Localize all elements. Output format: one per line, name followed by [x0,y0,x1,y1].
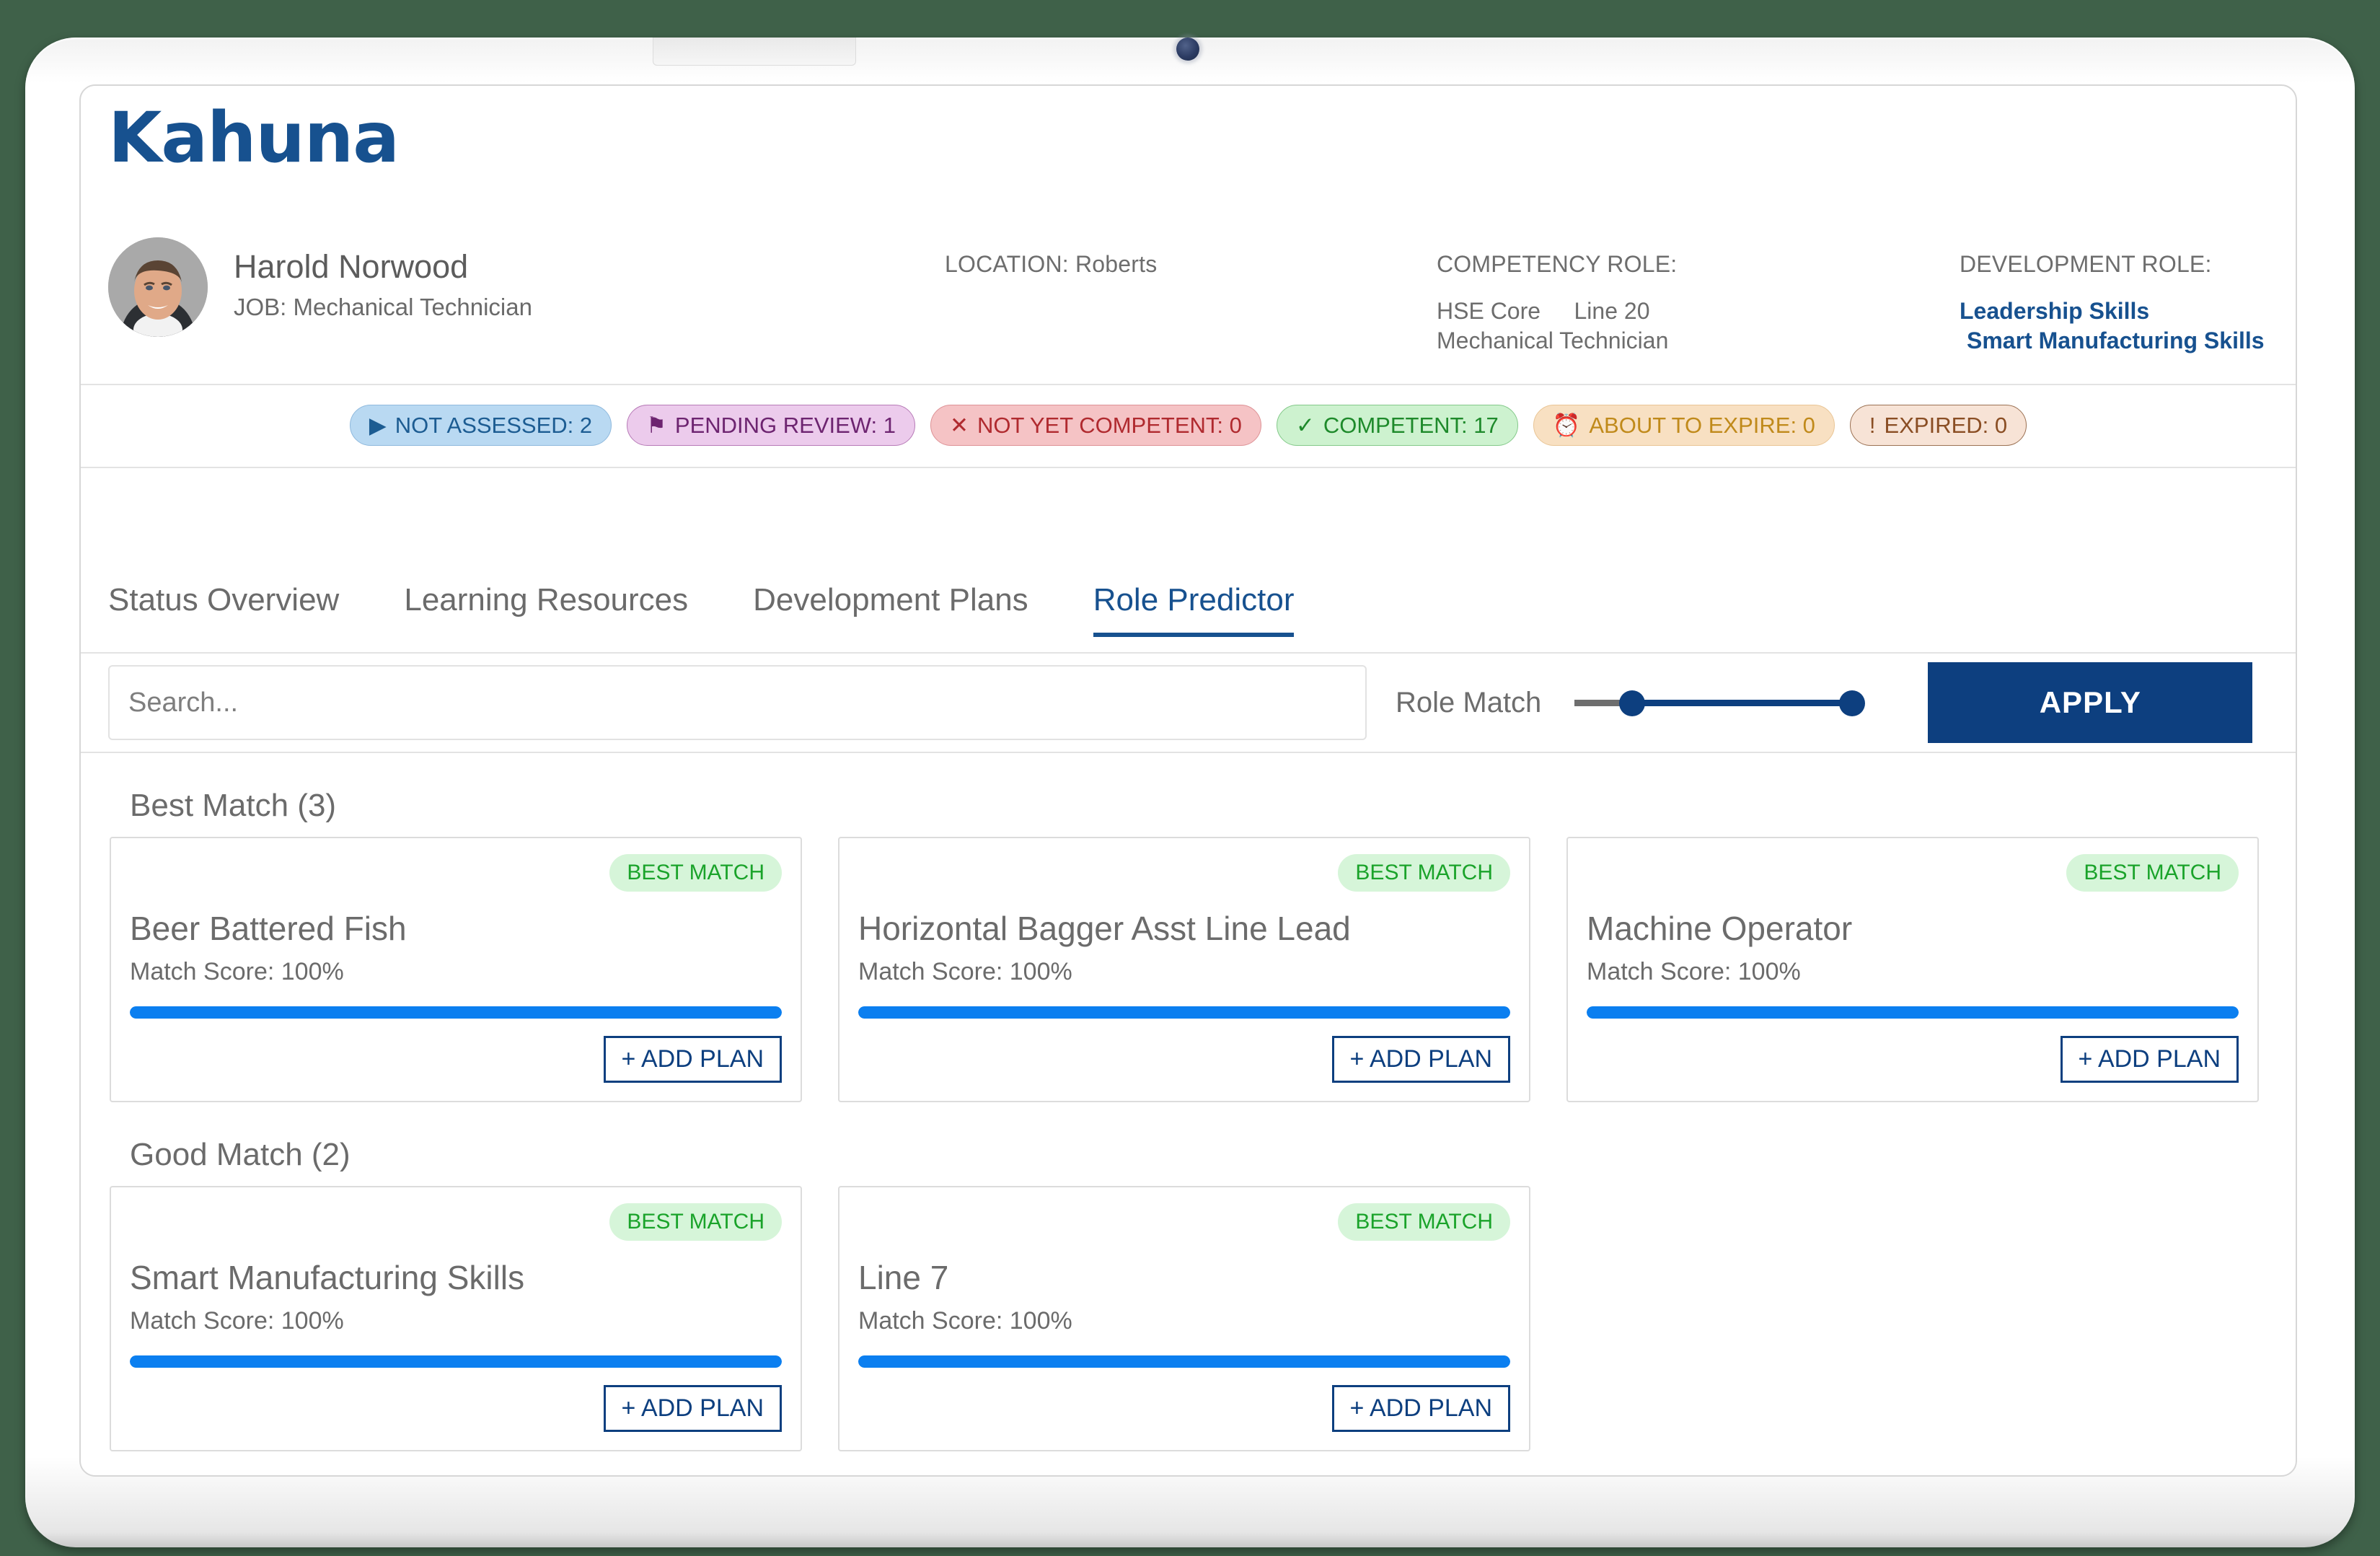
profile-name: Harold Norwood [234,248,469,285]
avatar [108,237,208,337]
status-badge-label: EXPIRED: 0 [1884,412,2008,438]
profile-header: Harold Norwood JOB: Mechanical Technicia… [81,219,2296,385]
role-match-card[interactable]: BEST MATCH Machine Operator Match Score: 1… [1566,837,2259,1102]
match-progress-bar [858,1006,1510,1019]
location-label: LOCATION: Roberts [945,251,1158,277]
development-role-item: Smart Manufacturing Skills [1967,328,2265,353]
match-progress-bar [130,1006,782,1019]
status-badge[interactable]: ✓ COMPETENT: 17 [1276,405,1518,446]
add-plan-button[interactable]: + ADD PLAN [603,1385,782,1432]
card-grid: BEST MATCH Smart Manufacturing Skills Matc… [81,1186,2296,1451]
match-progress-bar [1587,1006,2239,1019]
status-badge-label: NOT ASSESSED: 2 [395,412,593,438]
role-match-card[interactable]: BEST MATCH Line 7 Match Score: 100% + ADD P… [838,1186,1530,1451]
slider-handle-min[interactable] [1619,690,1646,716]
match-progress-bar [858,1355,1510,1368]
tab-role-predictor[interactable]: Role Predictor [1093,582,1294,637]
tab-bar: Status Overview Learning Resources Develop… [81,557,1359,652]
exclamation-icon: ! [1869,413,1876,438]
tab-development-plans[interactable]: Development Plans [753,582,1028,627]
filter-bar: Role Match APPLY [81,654,2296,752]
tab-learning-resources[interactable]: Learning Resources [404,582,688,627]
status-badge[interactable]: ! EXPIRED: 0 [1849,405,2027,446]
cross-icon: ✕ [949,413,969,438]
status-badge-label: COMPETENT: 17 [1323,412,1499,438]
slider-track-active [1632,700,1853,706]
competency-role-block: COMPETENCY ROLE: HSE Core Line 20 Mechan… [1437,251,1677,354]
match-score-label: Match Score: 100% [130,1307,344,1335]
status-badge-row: ▶ NOT ASSESSED: 2 ⚑ PENDING REVIEW: 1 ✕ NOT Y… [81,384,2296,467]
match-progress-fill [1587,1006,2239,1019]
match-score-label: Match Score: 100% [858,958,1072,985]
divider [81,467,2296,468]
section-title: Best Match (3) [130,788,337,823]
development-role-block: DEVELOPMENT ROLE: Leadership Skills Smar… [1960,251,2265,354]
match-progress-fill [130,1006,782,1019]
results-area: Best Match (3) BEST MATCH Beer Battered Fi… [81,753,2296,1451]
status-badge[interactable]: ▶ NOT ASSESSED: 2 [349,405,612,446]
best-match-badge: BEST MATCH [1338,1203,1510,1241]
tablet-camera-icon [1176,38,1199,61]
apply-button[interactable]: APPLY [1928,662,2253,743]
add-plan-button[interactable]: + ADD PLAN [1331,1385,1510,1432]
match-score-label: Match Score: 100% [130,958,344,985]
section-title: Good Match (2) [130,1137,351,1172]
competency-role-item: Mechanical Technician [1437,328,1669,353]
status-badge-label: PENDING REVIEW: 1 [674,412,896,438]
role-match-label: Role Match [1396,686,1542,718]
tab-status-overview[interactable]: Status Overview [108,582,339,627]
best-match-badge: BEST MATCH [1338,854,1510,892]
role-title: Beer Battered Fish [130,910,407,947]
role-match-card[interactable]: BEST MATCH Smart Manufacturing Skills Matc… [110,1186,802,1451]
status-badge[interactable]: ⏰ ABOUT TO EXPIRE: 0 [1533,405,1835,446]
role-title: Machine Operator [1587,910,1853,947]
status-badge-label: ABOUT TO EXPIRE: 0 [1589,412,1815,438]
add-plan-button[interactable]: + ADD PLAN [1331,1036,1510,1083]
search-input[interactable] [108,665,1367,740]
match-score-label: Match Score: 100% [1587,958,1801,985]
competency-role-item: Line 20 [1574,298,1650,324]
app-logo: Kahuna [108,97,400,178]
play-triangle-icon: ▶ [369,413,387,438]
best-match-badge: BEST MATCH [2066,854,2239,892]
competency-role-label: COMPETENCY ROLE: [1437,251,1678,277]
development-role-label: DEVELOPMENT ROLE: [1960,251,2212,277]
add-plan-button[interactable]: + ADD PLAN [603,1036,782,1083]
app-screen: Kahuna Harold Norwood JOB: Mechanical Te… [79,84,2297,1477]
location-block: LOCATION: Roberts [945,251,1157,278]
slider-handle-max[interactable] [1839,690,1866,716]
add-plan-button[interactable]: + ADD PLAN [2060,1036,2239,1083]
status-badge-label: NOT YET COMPETENT: 0 [977,412,1242,438]
card-grid: BEST MATCH Beer Battered Fish Match Score:… [81,837,2296,1102]
competency-role-item: HSE Core [1437,298,1541,324]
development-role-item: Leadership Skills [1960,298,2150,324]
role-match-slider[interactable] [1574,681,1892,724]
flag-icon: ⚑ [646,413,666,438]
status-badge[interactable]: ✕ NOT YET COMPETENT: 0 [930,405,1261,446]
match-progress-fill [858,1006,1510,1019]
best-match-badge: BEST MATCH [609,854,782,892]
match-progress-fill [858,1355,1510,1368]
role-title: Smart Manufacturing Skills [130,1259,525,1296]
role-match-card[interactable]: BEST MATCH Beer Battered Fish Match Score:… [110,837,802,1102]
best-match-badge: BEST MATCH [609,1203,782,1241]
tablet-top-nub [653,38,856,66]
alarm-clock-icon: ⏰ [1552,413,1581,438]
status-badge[interactable]: ⚑ PENDING REVIEW: 1 [627,405,915,446]
match-progress-bar [130,1355,782,1368]
check-icon: ✓ [1295,413,1315,438]
role-title: Horizontal Bagger Asst Line Lead [858,910,1351,947]
profile-job: JOB: Mechanical Technician [234,294,532,320]
role-title: Line 7 [858,1259,949,1296]
match-score-label: Match Score: 100% [858,1307,1072,1335]
match-progress-fill [130,1355,782,1368]
role-match-card[interactable]: BEST MATCH Horizontal Bagger Asst Line Le… [838,837,1530,1102]
